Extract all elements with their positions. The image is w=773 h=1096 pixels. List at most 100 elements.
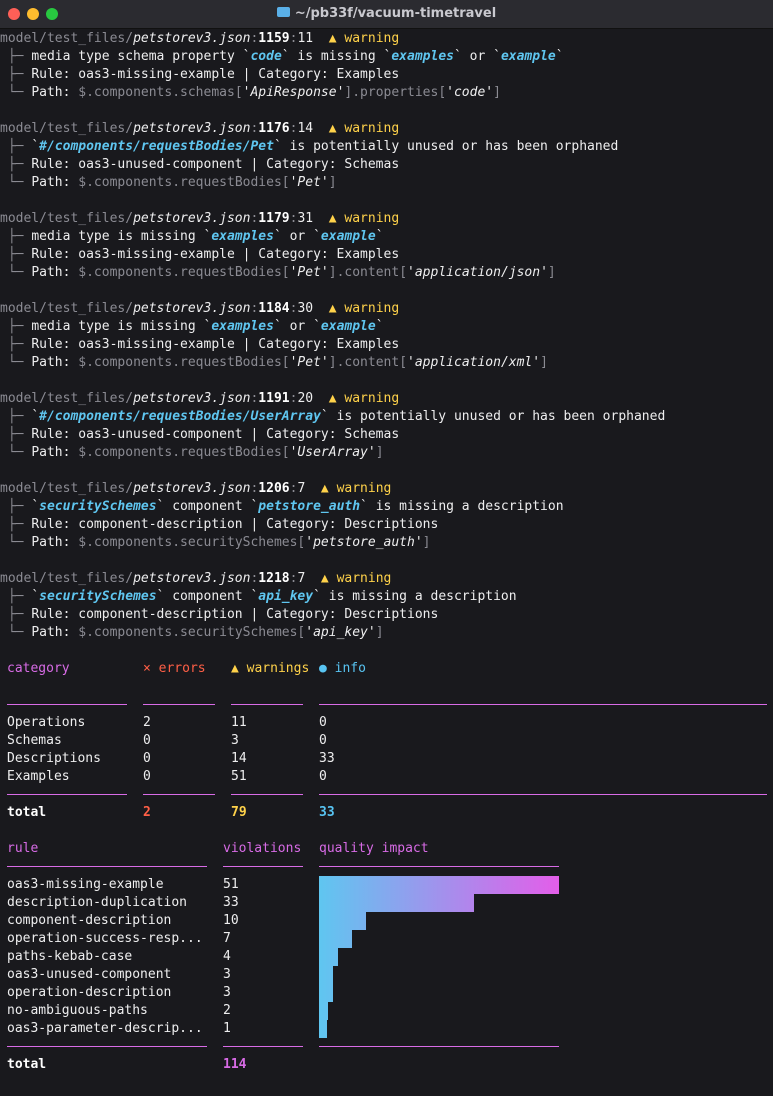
tree-branch: ├─ — [0, 49, 32, 64]
file-name[interactable]: petstorev3.json — [133, 211, 250, 226]
impact-bar — [319, 966, 333, 984]
warnings-label: warnings — [246, 661, 310, 676]
path-segment: ] — [547, 265, 556, 280]
impact-total-divider — [319, 1046, 559, 1047]
path-key: 'application/xml' — [407, 355, 541, 370]
path-segment: $.components.requestBodies[ — [78, 175, 290, 190]
message-code: petstore_auth — [258, 499, 361, 514]
violations-total-divider — [223, 1046, 303, 1047]
violation-rule: ├─ Rule: oas3-missing-example | Category… — [0, 66, 399, 84]
rule-name: component-description — [7, 913, 172, 928]
file-name[interactable]: petstorev3.json — [133, 301, 250, 316]
message-text: media type is missing ` — [31, 319, 212, 334]
severity-label: warning — [344, 301, 400, 316]
info-count: 0 — [319, 733, 327, 748]
path-segment: $.components.requestBodies[ — [78, 445, 290, 460]
file-dir: model/test_files/ — [0, 211, 134, 226]
error-icon: × — [143, 661, 159, 676]
violation-path: └─ Path: $.components.requestBodies['Pet… — [0, 354, 548, 372]
path-segment: $.components.requestBodies[ — [78, 355, 290, 370]
rule-label: Rule: component-description | Category: … — [31, 607, 439, 622]
rule-name: oas3-unused-component — [7, 967, 172, 982]
warnings-total-divider — [231, 794, 303, 795]
errors-count: 2 — [143, 715, 151, 730]
errors-count: 0 — [143, 751, 151, 766]
path-key: 'UserArray' — [289, 445, 376, 460]
path-prefix: Path: — [31, 445, 79, 460]
message-text: media type is missing ` — [31, 229, 212, 244]
message-text: ` or ` — [273, 229, 321, 244]
total-info: 33 — [319, 805, 335, 820]
message-code: example — [500, 49, 556, 64]
warnings-count: 14 — [231, 751, 247, 766]
violation-message: ├─ `#/components/requestBodies/Pet` is p… — [0, 138, 619, 156]
rule-name: oas3-missing-example — [7, 877, 164, 892]
violation-location: model/test_files/petstorev3.json:1179:31… — [0, 210, 399, 228]
path-segment: $.components.securitySchemes[ — [78, 625, 306, 640]
path-segment: ].content[ — [328, 265, 408, 280]
message-text: ` — [31, 499, 40, 514]
rule-label: Rule: oas3-missing-example | Category: E… — [31, 67, 400, 82]
total-label: total — [7, 805, 47, 820]
message-text: ` component ` — [156, 499, 259, 514]
violation-count: 33 — [223, 895, 239, 910]
tree-branch: ├─ — [0, 589, 32, 604]
rule-label: Rule: oas3-unused-component | Category: … — [31, 427, 400, 442]
category-name: Schemas — [7, 733, 62, 748]
file-name[interactable]: petstorev3.json — [133, 31, 250, 46]
path-segment: ].content[ — [328, 355, 408, 370]
line-number: 1218 — [258, 571, 290, 586]
violation-message: ├─ `#/components/requestBodies/UserArray… — [0, 408, 665, 426]
violation-rule: ├─ Rule: oas3-missing-example | Category… — [0, 246, 399, 264]
file-name[interactable]: petstorev3.json — [133, 391, 250, 406]
file-name[interactable]: petstorev3.json — [133, 121, 250, 136]
info-total-divider — [319, 794, 767, 795]
line-number: 1176 — [258, 121, 290, 136]
message-text: ` is missing a description — [360, 499, 564, 514]
warnings-count: 3 — [231, 733, 239, 748]
info-count: 0 — [319, 769, 327, 784]
message-text: media type schema property ` — [31, 49, 251, 64]
tree-branch: ├─ — [0, 499, 32, 514]
message-code: #/components/requestBodies/Pet — [39, 139, 274, 154]
rule-total-divider — [7, 1046, 207, 1047]
line-number: 1184 — [258, 301, 290, 316]
column-number: 20 — [297, 391, 314, 406]
violation-count: 51 — [223, 877, 239, 892]
info-label: info — [334, 661, 366, 676]
category-name: Descriptions — [7, 751, 101, 766]
warnings-count: 51 — [231, 769, 247, 784]
rule-label: Rule: component-description | Category: … — [31, 517, 439, 532]
violation-path: └─ Path: $.components.securitySchemes['p… — [0, 534, 431, 552]
file-name[interactable]: petstorev3.json — [133, 481, 250, 496]
file-name[interactable]: petstorev3.json — [133, 571, 250, 586]
violation-count: 7 — [223, 931, 231, 946]
violation-path: └─ Path: $.components.schemas['ApiRespon… — [0, 84, 501, 102]
rule-name: operation-success-resp... — [7, 931, 203, 946]
violation-message: ├─ media type schema property `code` is … — [0, 48, 564, 66]
violation-message: ├─ media type is missing `examples` or `… — [0, 318, 384, 336]
tree-branch: └─ — [0, 625, 32, 640]
message-code: securitySchemes — [39, 499, 157, 514]
violation-count: 2 — [223, 1003, 231, 1018]
message-text: ` — [555, 49, 564, 64]
path-prefix: Path: — [31, 535, 79, 550]
info-header: ● info — [319, 660, 366, 678]
tree-branch: ├─ — [0, 409, 32, 424]
column-number: 31 — [297, 211, 314, 226]
rule-label: Rule: oas3-missing-example | Category: E… — [31, 247, 400, 262]
path-segment: ] — [422, 535, 431, 550]
file-dir: model/test_files/ — [0, 391, 134, 406]
path-key: 'code' — [446, 85, 494, 100]
rule-name: oas3-parameter-descrip... — [7, 1021, 203, 1036]
quality-impact-header: quality impact — [319, 841, 429, 856]
message-text: ` or ` — [453, 49, 501, 64]
path-key: 'Pet' — [289, 175, 329, 190]
path-key: 'api_key' — [305, 625, 376, 640]
file-dir: model/test_files/ — [0, 481, 134, 496]
warning-icon: ▲ — [313, 391, 345, 406]
violation-location: model/test_files/petstorev3.json:1159:11… — [0, 30, 399, 48]
total-warnings: 79 — [231, 805, 247, 820]
info-count: 0 — [319, 715, 327, 730]
errors-divider — [143, 704, 215, 705]
